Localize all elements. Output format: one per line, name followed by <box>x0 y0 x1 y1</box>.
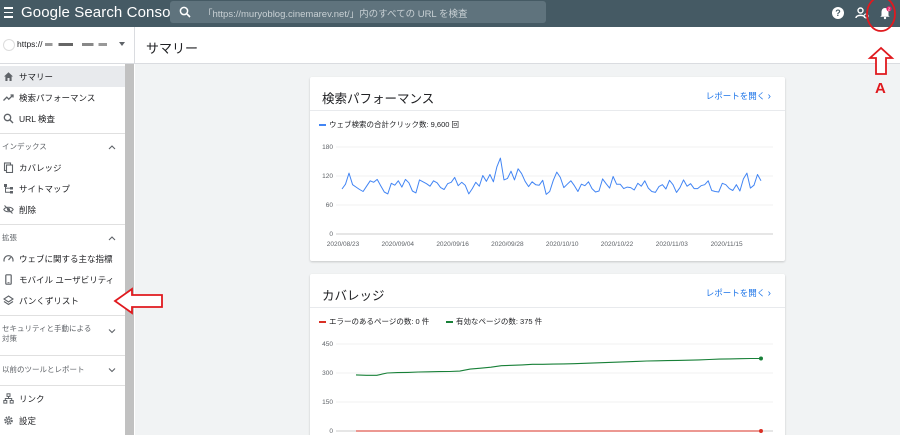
x-tick-label: 2020/11/15 <box>711 241 743 248</box>
x-tick-label: 2020/09/16 <box>436 241 469 248</box>
sidebar-item-label: 検索パフォーマンス <box>19 93 96 103</box>
removal-icon <box>3 205 14 214</box>
y-tick-label: 300 <box>322 370 333 377</box>
sidebar-item-label: カバレッジ <box>19 163 62 173</box>
sidebar-item-settings[interactable]: 設定 <box>0 410 125 431</box>
sidebar-item-mobile-usability[interactable]: モバイル ユーザビリティ <box>0 269 125 290</box>
sidebar-item-label: モバイル ユーザビリティ <box>19 275 115 285</box>
coverage-card: カバレッジ レポートを開く › エラーのあるページの数: 0 件 有効なページの… <box>310 274 785 435</box>
layers-icon <box>3 295 14 306</box>
chevron-down-icon <box>108 368 116 373</box>
performance-card: 検索パフォーマンス レポートを開く › ウェブ検索の合計クリック数: 9,600… <box>310 77 785 261</box>
sidebar-item-url-inspection[interactable]: URL 検査 <box>0 108 125 129</box>
sidebar-item-sitemaps[interactable]: サイトマップ <box>0 178 125 199</box>
property-url-text: https:// <box>17 39 43 49</box>
logo-product-text: Search Console <box>69 4 183 21</box>
speed-icon <box>3 255 14 262</box>
svg-text:?: ? <box>835 8 841 18</box>
y-tick-label: 450 <box>322 341 333 348</box>
sidebar-item-label: リンク <box>19 394 45 404</box>
sidebar-scrollbar[interactable] <box>125 64 134 435</box>
y-tick-label: 180 <box>322 144 333 151</box>
url-inspection-search-input[interactable]: 「https://muryoblog.cinemarev.net/」内のすべての… <box>170 1 546 23</box>
coverage-chart: 450 300 150 0 <box>322 341 773 435</box>
sidebar-item-core-web-vitals[interactable]: ウェブに関する主な指標 <box>0 248 125 269</box>
series-end-point <box>759 356 763 361</box>
annotation-left-arrow <box>113 287 163 315</box>
app-logo[interactable]: Google Search Console <box>21 4 182 21</box>
annotation-circle <box>866 0 896 32</box>
home-icon <box>4 72 13 81</box>
sidebar-divider <box>0 133 125 134</box>
coverage-icon <box>3 162 14 173</box>
logo-brand-text: Google <box>21 4 70 21</box>
x-tick-label: 2020/10/22 <box>601 241 634 248</box>
section-label: インデックス <box>2 142 47 151</box>
sidebar-section-index[interactable]: インデックス <box>0 138 125 158</box>
sidebar-item-label: URL 検査 <box>19 114 56 124</box>
chevron-up-icon <box>108 236 116 241</box>
sidebar-item-coverage[interactable]: カバレッジ <box>0 157 125 178</box>
search-icon <box>179 6 191 18</box>
x-tick-label: 2020/09/04 <box>382 241 415 248</box>
sidebar-section-security[interactable]: セキュリティと手動による対策 <box>0 320 125 350</box>
sidebar-item-label: 削除 <box>19 205 37 215</box>
x-tick-label: 2020/09/28 <box>491 241 524 248</box>
sidebar-divider <box>0 224 125 225</box>
links-icon <box>3 393 14 404</box>
sidebar-section-enhancements[interactable]: 拡張 <box>0 229 125 249</box>
sidebar-item-links[interactable]: リンク <box>0 388 125 409</box>
sidebar-item-label: パンくずリスト <box>19 296 79 306</box>
sidebar-item-breadcrumbs[interactable]: パンくずリスト <box>0 290 125 311</box>
property-url: https:// <box>17 39 107 49</box>
sidebar-item-removals[interactable]: 削除 <box>0 199 125 220</box>
sidebar-item-search-performance[interactable]: 検索パフォーマンス <box>0 87 125 108</box>
annotation-label: A <box>875 80 886 97</box>
chevron-down-icon <box>119 42 125 46</box>
x-tick-label: 2020/10/10 <box>546 241 579 248</box>
x-tick-label: 2020/11/03 <box>656 241 688 248</box>
page-header: サマリー <box>135 27 900 64</box>
trending-up-icon <box>3 94 14 101</box>
sidebar-divider <box>0 315 125 316</box>
property-selector[interactable]: https:// <box>0 27 135 64</box>
property-url-redacted <box>44 43 107 47</box>
mobile-icon <box>5 274 12 285</box>
y-tick-label: 0 <box>329 428 333 435</box>
hamburger-menu-icon[interactable] <box>4 7 13 19</box>
section-label: セキュリティと手動による対策 <box>2 324 92 343</box>
sidebar-item-label: ウェブに関する主な指標 <box>19 254 113 264</box>
sidebar: サマリー 検索パフォーマンス URL 検査 インデックス カバレッジ サイトマッ… <box>0 64 135 435</box>
top-app-bar: Google Search Console 「https://muryoblog… <box>0 0 900 27</box>
performance-chart: 180 120 60 0 2020/08/23 2020/09/04 2020/09/16 2… <box>322 144 773 248</box>
y-tick-label: 60 <box>326 202 334 209</box>
search-icon <box>3 113 14 124</box>
section-label: 以前のツールとレポート <box>2 365 85 374</box>
y-tick-label: 150 <box>322 399 333 406</box>
settings-icon <box>4 416 13 425</box>
sidebar-item-label: サイトマップ <box>19 184 71 194</box>
sidebar-item-label: 設定 <box>19 416 37 426</box>
sidebar-section-legacy-tools[interactable]: 以前のツールとレポート <box>0 361 125 381</box>
sidebar-divider <box>0 355 125 356</box>
sidebar-item-label: サマリー <box>19 72 54 82</box>
chevron-down-icon <box>108 329 116 334</box>
help-icon[interactable]: ? <box>831 6 845 20</box>
search-placeholder: 「https://muryoblog.cinemarev.net/」内のすべての… <box>203 9 468 20</box>
y-tick-label: 120 <box>322 173 333 180</box>
series-end-point <box>759 429 763 433</box>
sidebar-item-summary[interactable]: サマリー <box>0 66 125 87</box>
page-title: サマリー <box>146 41 199 56</box>
sitemap-icon <box>4 184 13 194</box>
x-tick-label: 2020/08/23 <box>327 241 360 248</box>
y-tick-label: 0 <box>329 231 333 238</box>
sidebar-divider <box>0 385 125 386</box>
section-label: 拡張 <box>2 233 17 242</box>
annotation-callout <box>866 0 896 75</box>
property-favicon <box>3 39 15 51</box>
annotation-up-arrow <box>867 46 895 75</box>
chevron-up-icon <box>108 145 116 150</box>
